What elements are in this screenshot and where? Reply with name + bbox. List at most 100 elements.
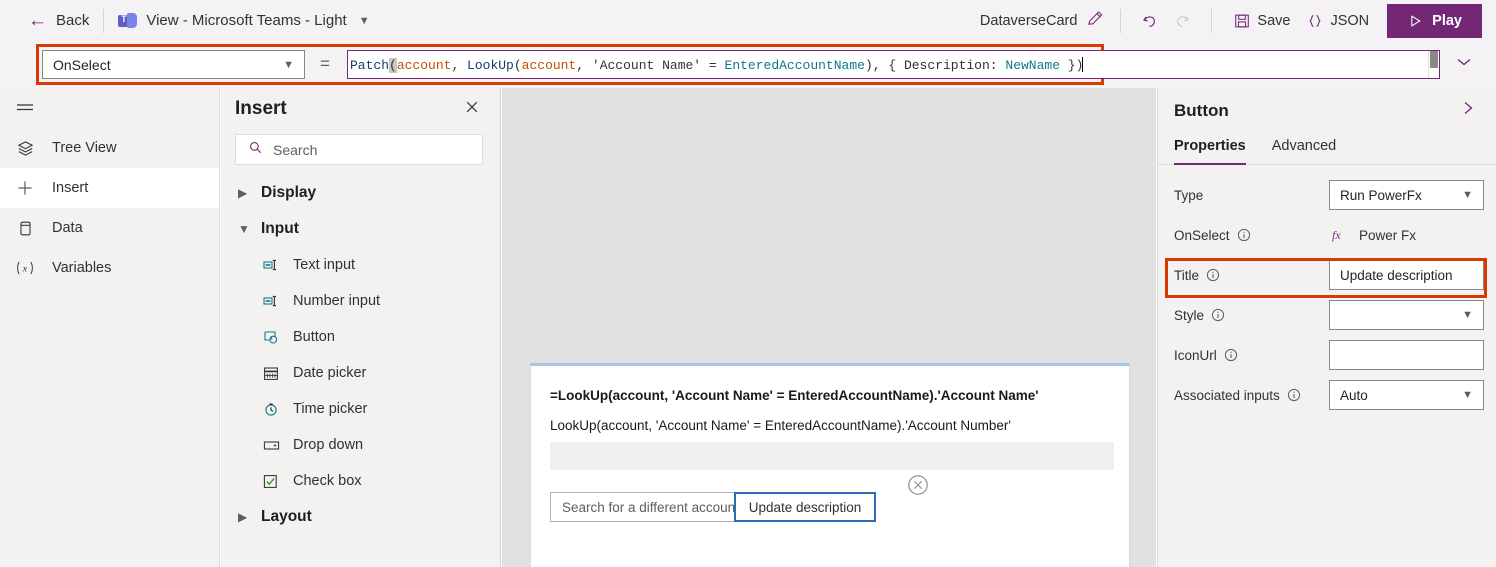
formula-token-fn: Patch xyxy=(350,57,390,73)
associated-inputs-dropdown[interactable]: Auto ▼ xyxy=(1329,380,1484,410)
tab-advanced[interactable]: Advanced xyxy=(1272,138,1337,165)
insert-item-date-picker[interactable]: Date picker xyxy=(221,355,500,391)
save-icon xyxy=(1235,14,1250,27)
style-dropdown[interactable]: ▼ xyxy=(1329,300,1484,330)
card-button-update-description[interactable]: Update description xyxy=(734,492,876,522)
insert-item-number-input[interactable]: Number input xyxy=(221,283,500,319)
json-button[interactable]: JSON xyxy=(1298,12,1377,30)
type-dropdown[interactable]: Run PowerFx ▼ xyxy=(1329,180,1484,210)
play-triangle-icon xyxy=(1411,14,1421,27)
insert-group-input[interactable]: ▼ Input xyxy=(221,211,500,247)
property-control xyxy=(1329,340,1484,370)
sidebar-label: Data xyxy=(52,220,83,236)
formula-token-sep: , xyxy=(576,57,592,73)
property-row-associated-inputs: Associated inputs Auto ▼ xyxy=(1158,375,1496,415)
close-icon[interactable] xyxy=(464,99,480,120)
calendar-icon xyxy=(263,365,281,381)
info-icon[interactable] xyxy=(1206,268,1220,282)
type-value: Run PowerFx xyxy=(1340,187,1422,203)
chevron-down-icon: ▼ xyxy=(283,58,294,71)
circle-x-icon[interactable] xyxy=(907,474,929,496)
property-label-group: Style xyxy=(1174,308,1225,323)
tab-properties[interactable]: Properties xyxy=(1174,138,1246,165)
svg-text:x: x xyxy=(22,264,28,275)
insert-item-label: Button xyxy=(293,329,335,345)
card-button-search-different-account[interactable]: Search for a different account xyxy=(550,492,751,522)
view-selector[interactable]: View - Microsoft Teams - Light ▼ xyxy=(118,12,370,29)
back-button[interactable]: ← Back xyxy=(28,11,89,30)
variables-x-icon: x xyxy=(14,259,36,277)
json-label: JSON xyxy=(1330,12,1370,29)
database-icon xyxy=(14,219,36,238)
design-canvas[interactable]: =LookUp(account, 'Account Name' = Entere… xyxy=(502,88,1156,567)
formula-token-literal: ), { Description: xyxy=(864,57,1006,73)
hamburger-menu-button[interactable] xyxy=(0,88,219,128)
property-control: ▼ xyxy=(1329,300,1484,330)
sidebar-item-variables[interactable]: x Variables xyxy=(0,248,219,288)
info-icon[interactable] xyxy=(1211,308,1225,322)
insert-group-label: Input xyxy=(261,220,299,237)
card-text-input[interactable] xyxy=(550,442,1114,470)
formula-token-table: account xyxy=(396,57,452,73)
title-input[interactable]: Update description xyxy=(1329,260,1484,290)
formula-token-operator: = xyxy=(701,57,725,73)
info-icon[interactable] xyxy=(1287,388,1301,402)
formula-token-paren: ( xyxy=(513,57,522,73)
property-label: Title xyxy=(1174,267,1200,283)
toolbar-divider xyxy=(1211,8,1213,33)
formula-input[interactable]: Patch(account, LookUp(account, 'Account … xyxy=(347,50,1440,79)
properties-panel-header: Button xyxy=(1158,88,1496,122)
onselect-powerfx-button[interactable]: fx Power Fx xyxy=(1329,227,1416,243)
chevron-right-icon[interactable] xyxy=(1461,99,1476,122)
iconurl-input[interactable] xyxy=(1329,340,1484,370)
property-selector-dropdown[interactable]: OnSelect ▼ xyxy=(42,50,305,79)
formula-token-paren: ( xyxy=(389,57,397,73)
title-value: Update description xyxy=(1340,267,1453,283)
view-label: View - Microsoft Teams - Light xyxy=(146,12,347,29)
toolbar-divider xyxy=(103,8,105,33)
save-button[interactable]: Save xyxy=(1225,12,1298,30)
card-preview[interactable]: =LookUp(account, 'Account Name' = Entere… xyxy=(530,363,1130,567)
text-input-icon xyxy=(263,257,281,273)
toolbar-divider xyxy=(1120,8,1122,33)
sidebar-item-insert[interactable]: Insert xyxy=(0,168,219,208)
pencil-icon[interactable] xyxy=(1086,9,1105,33)
sidebar-item-data[interactable]: Data xyxy=(0,208,219,248)
toolbar-right-group: DataverseCard Save JSON Play xyxy=(980,3,1482,38)
formula-token-sep: , xyxy=(451,57,468,73)
insert-item-button[interactable]: Button xyxy=(221,319,500,355)
insert-item-check-box[interactable]: Check box xyxy=(221,463,500,499)
save-label: Save xyxy=(1257,12,1291,29)
property-control: Run PowerFx ▼ xyxy=(1329,180,1484,210)
search-input[interactable]: Search xyxy=(235,134,483,165)
back-label: Back xyxy=(56,12,90,29)
chevron-down-icon: ▼ xyxy=(358,14,370,27)
insert-group-label: Display xyxy=(261,184,317,201)
property-control: fx Power Fx xyxy=(1329,227,1416,243)
sidebar-label: Variables xyxy=(52,260,112,276)
property-label: OnSelect xyxy=(1174,227,1230,243)
insert-item-label: Text input xyxy=(293,257,356,273)
layers-icon xyxy=(14,139,36,158)
info-icon[interactable] xyxy=(1224,348,1238,362)
formula-expand-button[interactable] xyxy=(1455,55,1473,73)
insert-item-text-input[interactable]: Text input xyxy=(221,247,500,283)
search-icon xyxy=(248,140,263,160)
insert-group-layout[interactable]: ▶ Layout xyxy=(221,499,500,535)
sidebar-item-tree-view[interactable]: Tree View xyxy=(0,128,219,168)
formula-scrollbar[interactable] xyxy=(1428,51,1439,78)
play-button[interactable]: Play xyxy=(1387,3,1482,38)
property-selector-value: OnSelect xyxy=(53,56,111,73)
property-label-group: OnSelect xyxy=(1174,228,1251,243)
insert-group-display[interactable]: ▶ Display xyxy=(221,175,500,211)
insert-item-time-picker[interactable]: Time picker xyxy=(221,391,500,427)
property-label-group: Associated inputs xyxy=(1174,388,1301,403)
info-icon[interactable] xyxy=(1237,228,1251,242)
redo-button[interactable] xyxy=(1166,5,1198,37)
power-apps-card-designer: ← Back View - Microsoft Teams - Light ▼ … xyxy=(0,0,1496,567)
insert-item-drop-down[interactable]: Drop down xyxy=(221,427,500,463)
undo-button[interactable] xyxy=(1134,5,1166,37)
formula-bar: OnSelect ▼ = Patch(account, LookUp(accou… xyxy=(0,41,1496,88)
formula-token-table: account xyxy=(521,57,577,73)
formula-token-variable: EnteredAccountName xyxy=(724,57,865,73)
